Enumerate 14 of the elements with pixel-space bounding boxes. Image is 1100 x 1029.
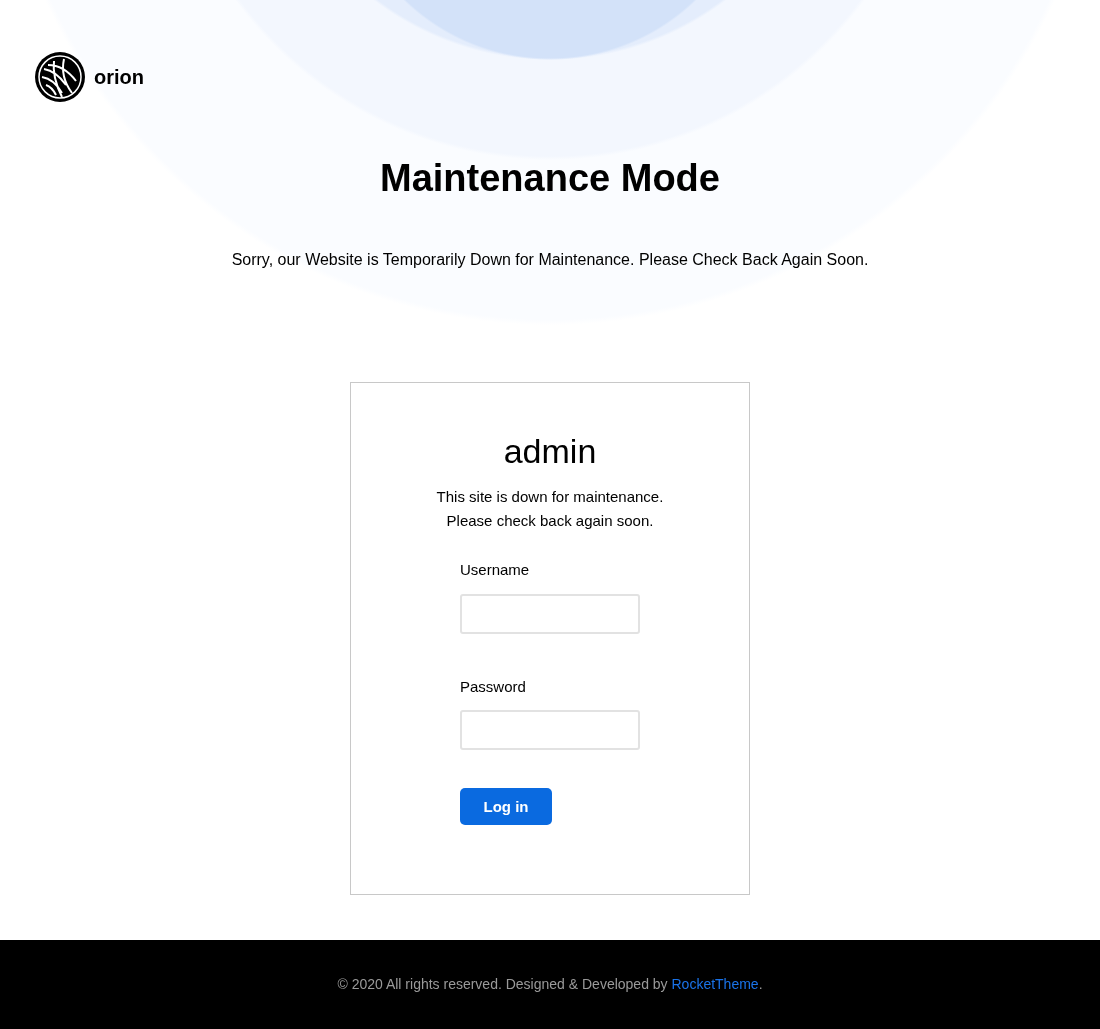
globe-icon (34, 51, 86, 103)
page-title: Maintenance Mode (379, 156, 721, 201)
notice-text: Please check back again soon. (445, 511, 655, 532)
login-button[interactable]: Log in (460, 788, 552, 826)
input-field[interactable] (460, 710, 640, 751)
input-field[interactable] (460, 593, 640, 634)
field-label: Username (460, 560, 531, 581)
notice-text: This site is down for maintenance. (435, 487, 665, 508)
brand-name[interactable]: orion (94, 62, 144, 92)
maintenance-message: Sorry, our Website is Temporarily Down for Maintenance. Please Check Back Again Soon. (230, 249, 870, 270)
login-title: admin (502, 430, 598, 472)
footer-text: © 2020 All rights reserved. Designed & Developed by RocketTheme. (337, 975, 763, 994)
field-label: Password (460, 676, 527, 697)
footer-link[interactable]: RocketTheme (671, 976, 759, 992)
